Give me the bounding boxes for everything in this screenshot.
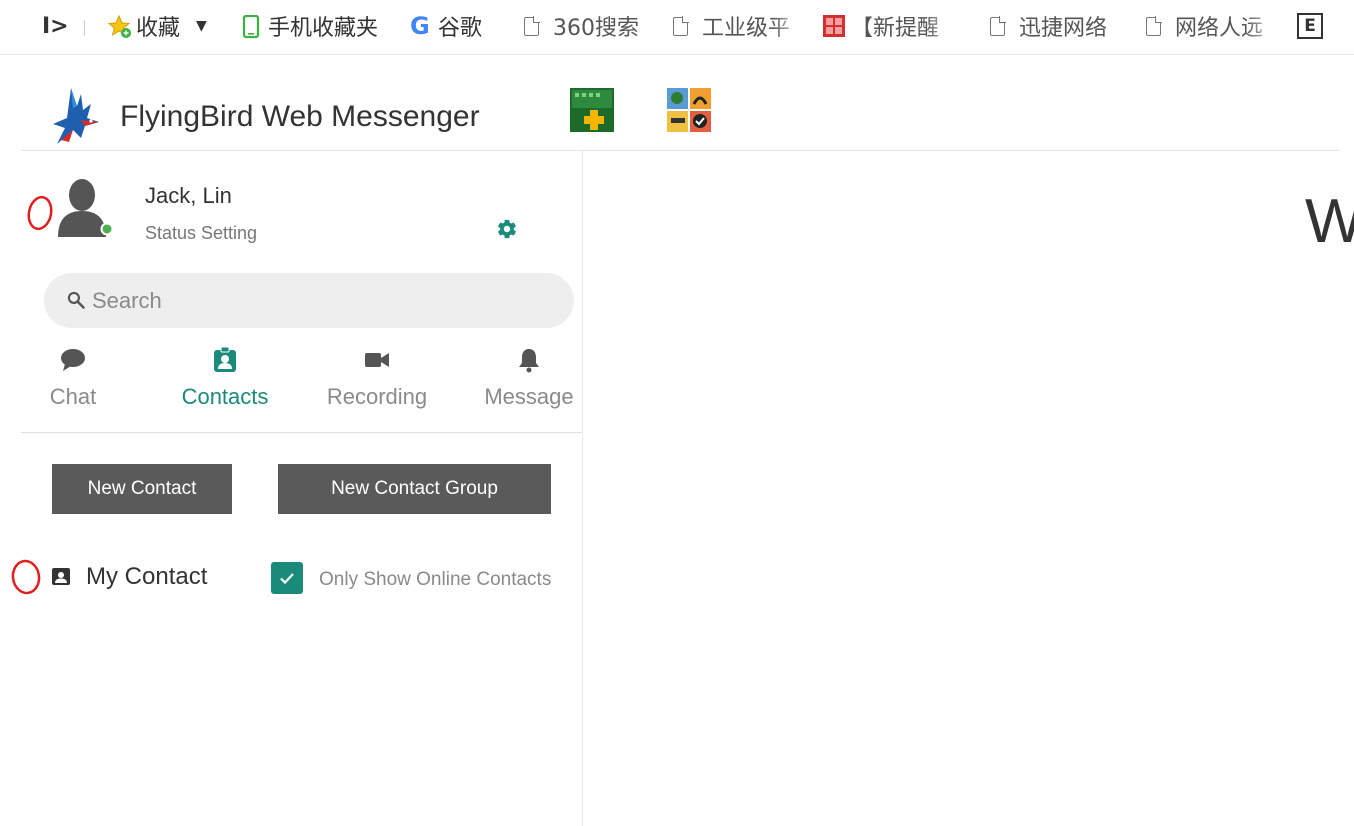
search-input[interactable] <box>90 283 554 319</box>
app-header: FlyingBird Web Messenger <box>21 78 1340 151</box>
tab-message[interactable]: Message <box>464 339 594 432</box>
tab-label: Chat <box>49 384 97 409</box>
sidebar-toggle-label: I> <box>42 13 69 39</box>
bookmark-label: 收藏 <box>136 16 181 41</box>
video-camera-icon <box>365 353 389 367</box>
label-fade <box>1246 10 1280 44</box>
page-icon <box>524 15 540 36</box>
welcome-heading: W <box>1305 187 1354 256</box>
avatar[interactable] <box>54 177 114 239</box>
flyingbird-logo-icon <box>51 84 103 148</box>
label-fade <box>772 10 806 44</box>
page-icon <box>1146 15 1162 36</box>
bookmark-xunjie[interactable]: 迅捷网络 <box>987 11 1107 41</box>
red-seal-icon <box>823 15 845 37</box>
tab-label: Recording <box>326 384 428 409</box>
sidebar-toggle-button[interactable]: I> <box>42 11 69 41</box>
extra-bookmark-icon: E <box>1297 13 1323 39</box>
bookmark-google[interactable]: G 谷歌 <box>410 11 482 41</box>
tab-label: Message <box>484 384 574 409</box>
bookmark-reminder[interactable]: 【新提醒 <box>823 11 939 41</box>
tools-grid-icon[interactable] <box>667 88 711 132</box>
tab-contacts[interactable]: Contacts <box>160 339 290 432</box>
user-avatar-icon <box>58 179 114 237</box>
tab-label: Contacts <box>181 384 269 409</box>
contact-badge-icon <box>214 347 236 372</box>
add-contact-icon[interactable] <box>570 88 614 132</box>
contact-book-icon <box>52 568 70 585</box>
gear-icon[interactable] <box>496 218 518 240</box>
user-name: Jack, Lin <box>145 183 232 208</box>
checkmark-icon <box>280 573 294 585</box>
bookmark-mobile[interactable]: 手机收藏夹 <box>240 11 378 41</box>
bookmark-label: 迅捷网络 <box>1019 16 1108 41</box>
new-contact-group-button[interactable]: New Contact Group <box>278 464 551 514</box>
bookmarks-bar: I> 收藏 ▼ 手机收藏夹 G 谷歌 360搜索 工业级平 【新提醒 迅捷网络 … <box>0 0 1354 55</box>
search-bar <box>44 273 574 328</box>
my-contact-label[interactable]: My Contact <box>86 563 207 591</box>
star-add-icon <box>107 14 131 38</box>
tab-recording[interactable]: Recording <box>312 339 442 432</box>
google-icon: G <box>410 12 432 40</box>
red-annotation-circle <box>27 195 53 231</box>
tab-chat[interactable]: Chat <box>8 339 138 432</box>
new-contact-button[interactable]: New Contact <box>52 464 232 514</box>
bell-icon <box>519 349 539 373</box>
only-online-checkbox[interactable] <box>271 562 303 594</box>
status-setting-link[interactable]: Status Setting <box>145 223 257 244</box>
search-icon <box>67 291 85 309</box>
chat-bubble-icon <box>61 349 85 371</box>
bookmark-label: 360搜索 <box>553 16 639 41</box>
page-icon <box>673 15 689 36</box>
only-online-label: Only Show Online Contacts <box>319 569 552 590</box>
google-glyph: G <box>410 12 430 40</box>
nav-tabs: Chat Contacts Recording Message <box>21 339 582 433</box>
online-status-dot <box>100 222 114 236</box>
left-panel: Jack, Lin Status Setting Chat <box>11 151 583 826</box>
bookmark-separator <box>84 20 85 36</box>
phone-icon <box>240 14 262 39</box>
bookmark-remote[interactable]: 网络人远 <box>1143 11 1263 41</box>
bookmark-favorites[interactable]: 收藏 ▼ <box>107 11 207 41</box>
extra-glyph: E <box>1304 16 1316 36</box>
bookmark-label: 谷歌 <box>438 16 483 41</box>
label-fade <box>926 10 960 44</box>
bookmark-360-search[interactable]: 360搜索 <box>521 11 639 41</box>
bookmark-extra[interactable]: E <box>1297 11 1323 41</box>
app-title: FlyingBird Web Messenger <box>120 100 480 133</box>
chevron-down-icon: ▼ <box>196 18 207 34</box>
red-annotation-circle <box>11 559 41 595</box>
bookmark-label: 手机收藏夹 <box>268 16 379 41</box>
page-icon <box>990 15 1006 36</box>
